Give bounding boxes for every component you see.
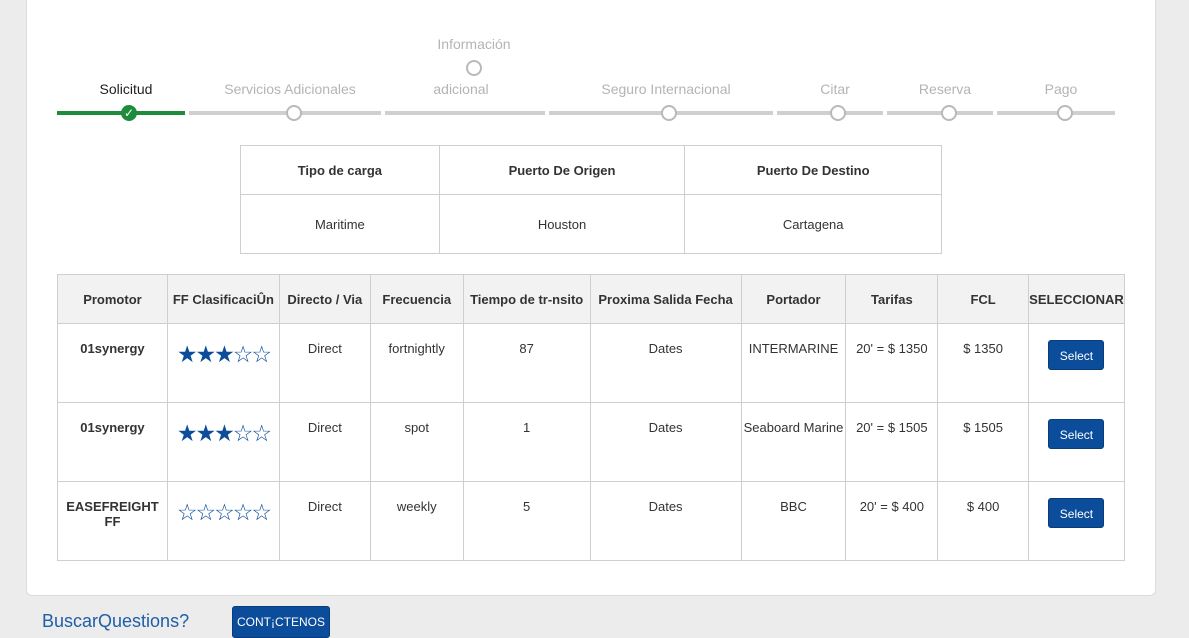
rating-cell: ★★★☆☆ (166, 402, 280, 482)
select-cell: Select (1027, 481, 1126, 561)
select-cell: Select (1027, 402, 1126, 482)
table-row: EASEFREIGHT FF ☆☆☆☆☆ Direct weekly 5 Dat… (57, 481, 1126, 561)
rate-cell: 20' = $ 1505 (845, 402, 939, 482)
summary-header-origin-port: Puerto De Origen (438, 145, 686, 195)
header-ff-rating: FF ClasificaciÛn (166, 274, 280, 324)
carrier-cell: Seaboard Marine (740, 402, 847, 482)
header-promotor: Promotor (57, 274, 168, 324)
header-frequency: Frecuencia (369, 274, 464, 324)
rating-cell: ★★★☆☆ (166, 323, 280, 403)
step-line-reserva (887, 111, 993, 115)
summary-header-row: Tipo de carga Puerto De Origen Puerto De… (240, 145, 942, 195)
contact-button[interactable]: CONT¡CTENOS (232, 606, 330, 638)
transit-cell: 5 (462, 481, 591, 561)
fcl-cell: $ 400 (937, 481, 1029, 561)
step-label-solicitud[interactable]: Solicitud (100, 81, 153, 97)
quotes-table: Promotor FF ClasificaciÛn Directo / Via … (57, 274, 1126, 561)
step-label-citar[interactable]: Citar (820, 81, 850, 97)
dates-link[interactable]: Dates (589, 402, 742, 482)
summary-value-row: Maritime Houston Cartagena (240, 194, 942, 254)
frequency-cell: fortnightly (369, 323, 464, 403)
table-row: 01synergy ★★★☆☆ Direct fortnightly 87 Da… (57, 323, 1126, 403)
route-cell: Direct (278, 481, 371, 561)
step-dot-servicios-adicionales (286, 105, 302, 121)
step-dot-citar (830, 105, 846, 121)
shipment-summary-table: Tipo de carga Puerto De Origen Puerto De… (240, 145, 942, 254)
step-label-informacion-line1[interactable]: Información (437, 36, 510, 52)
select-cell: Select (1027, 323, 1126, 403)
summary-origin-port: Houston (438, 194, 686, 254)
rating-cell: ☆☆☆☆☆ (166, 481, 280, 561)
rate-cell: 20' = $ 400 (845, 481, 939, 561)
step-label-servicios-adicionales[interactable]: Servicios Adicionales (224, 81, 356, 97)
header-route: Directo / Via (278, 274, 371, 324)
carrier-cell: BBC (740, 481, 847, 561)
quotes-header-row: Promotor FF ClasificaciÛn Directo / Via … (57, 274, 1126, 324)
frequency-cell: spot (369, 402, 464, 482)
questions-text: BuscarQuestions? (42, 611, 190, 631)
transit-cell: 87 (462, 323, 591, 403)
step-line-pago (997, 111, 1115, 115)
dates-link[interactable]: Dates (589, 481, 742, 561)
header-fcl: FCL (937, 274, 1029, 324)
select-button[interactable]: Select (1048, 498, 1105, 528)
step-line-servicios (189, 111, 381, 115)
promotor-link[interactable]: EASEFREIGHT FF (57, 481, 168, 561)
dates-link[interactable]: Dates (589, 323, 742, 403)
step-label-seguro-internacional[interactable]: Seguro Internacional (601, 81, 730, 97)
summary-header-destination-port: Puerto De Destino (684, 145, 942, 195)
star-rating-icon: ★★★☆☆ (176, 341, 272, 367)
star-rating-icon: ☆☆☆☆☆ (176, 499, 272, 525)
step-label-informacion-line2[interactable]: adicional (433, 81, 488, 97)
check-icon: ✓ (121, 105, 137, 121)
step-label-reserva[interactable]: Reserva (919, 81, 971, 97)
star-rating-icon: ★★★☆☆ (176, 420, 272, 446)
header-transit-time: Tiempo de tr-nsito (462, 274, 591, 324)
header-select: SELECCIONAR (1027, 274, 1126, 324)
summary-cargo-type: Maritime (240, 194, 440, 254)
step-line-informacion (385, 111, 545, 115)
route-cell: Direct (278, 402, 371, 482)
promotor-link[interactable]: 01synergy (57, 323, 168, 403)
header-next-departure: Proxima Salida Fecha (589, 274, 742, 324)
summary-header-cargo-type: Tipo de carga (240, 145, 440, 195)
fcl-cell: $ 1505 (937, 402, 1029, 482)
step-dot-seguro-internacional (661, 105, 677, 121)
select-button[interactable]: Select (1048, 340, 1105, 370)
table-row: 01synergy ★★★☆☆ Direct spot 1 Dates Seab… (57, 402, 1126, 482)
step-dot-reserva (941, 105, 957, 121)
transit-cell: 1 (462, 402, 591, 482)
route-cell: Direct (278, 323, 371, 403)
step-dot-informacion (466, 60, 482, 76)
header-carrier: Portador (740, 274, 847, 324)
header-rates: Tarifas (845, 274, 939, 324)
step-dot-pago (1057, 105, 1073, 121)
frequency-cell: weekly (369, 481, 464, 561)
select-button[interactable]: Select (1048, 419, 1105, 449)
promotor-link[interactable]: 01synergy (57, 402, 168, 482)
fcl-cell: $ 1350 (937, 323, 1029, 403)
carrier-cell: INTERMARINE (740, 323, 847, 403)
summary-destination-port: Cartagena (684, 194, 942, 254)
rate-cell: 20' = $ 1350 (845, 323, 939, 403)
step-label-pago[interactable]: Pago (1045, 81, 1078, 97)
